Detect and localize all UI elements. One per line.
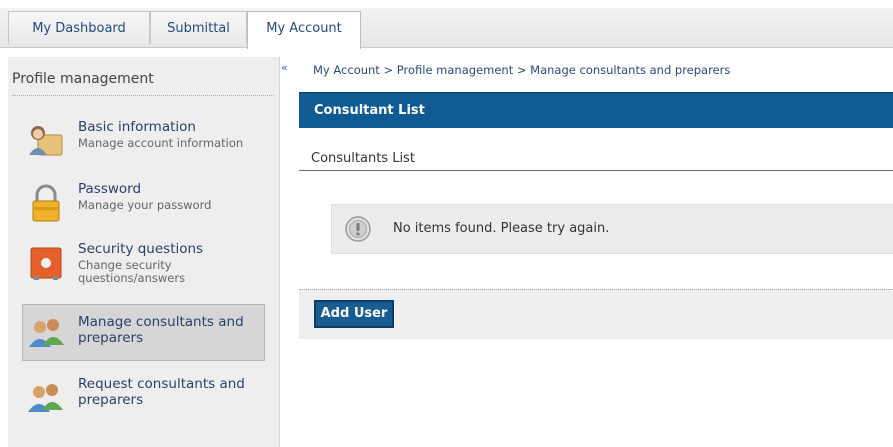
sidebar-item-label: Basic information bbox=[78, 119, 196, 135]
panel-header: Consultant List bbox=[299, 92, 893, 128]
users-icon bbox=[29, 319, 64, 347]
sidebar-item-basic-information[interactable]: Basic information Manage account informa… bbox=[22, 115, 277, 169]
tab-my-dashboard[interactable]: My Dashboard bbox=[8, 11, 150, 44]
sidebar-title: Profile management bbox=[12, 71, 154, 87]
sidebar-item-label: Security questions bbox=[78, 241, 204, 257]
sidebar-item-manage-consultants[interactable]: Manage consultants and preparers bbox=[22, 304, 265, 361]
sidebar-item-security-questions[interactable]: Security questions Change security quest… bbox=[22, 237, 277, 297]
add-user-button[interactable]: Add User bbox=[314, 300, 394, 328]
sidebar-item-label: Request consultants and preparers bbox=[78, 376, 245, 408]
safe-icon bbox=[30, 247, 62, 280]
users-icon bbox=[28, 384, 63, 412]
tab-submittal[interactable]: Submittal bbox=[150, 11, 247, 44]
action-bar: Add User bbox=[299, 289, 893, 339]
section-divider bbox=[299, 170, 893, 171]
user-card-icon bbox=[29, 126, 63, 156]
sidebar-item-sub: Change security questions/answers bbox=[78, 258, 186, 285]
tab-my-account[interactable]: My Account bbox=[247, 11, 361, 49]
sidebar-item-sub: Manage account information bbox=[78, 136, 244, 150]
top-tab-bar: My Dashboard Submittal My Account bbox=[0, 0, 893, 49]
panel-title: Consultant List bbox=[314, 103, 425, 118]
main-content: My Account > Profile management > Manage… bbox=[299, 57, 893, 447]
sidebar-item-sub: Manage your password bbox=[78, 198, 212, 212]
sidebar-item-request-consultants[interactable]: Request consultants and preparers bbox=[22, 371, 277, 427]
sidebar-item-password[interactable]: Password Manage your password bbox=[22, 177, 277, 231]
breadcrumb: My Account > Profile management > Manage… bbox=[313, 63, 731, 77]
sidebar-item-label: Manage consultants and preparers bbox=[78, 314, 244, 346]
sidebar-collapse-button[interactable]: « bbox=[281, 62, 293, 74]
sidebar-divider bbox=[12, 95, 274, 96]
sidebar: Profile management Basic information Man… bbox=[8, 57, 280, 447]
lock-icon bbox=[32, 184, 60, 222]
empty-notice: No items found. Please try again. bbox=[331, 204, 893, 254]
notice-text: No items found. Please try again. bbox=[393, 221, 610, 236]
exclamation-icon bbox=[345, 216, 371, 242]
sidebar-item-label: Password bbox=[78, 181, 142, 197]
section-title: Consultants List bbox=[311, 151, 415, 166]
